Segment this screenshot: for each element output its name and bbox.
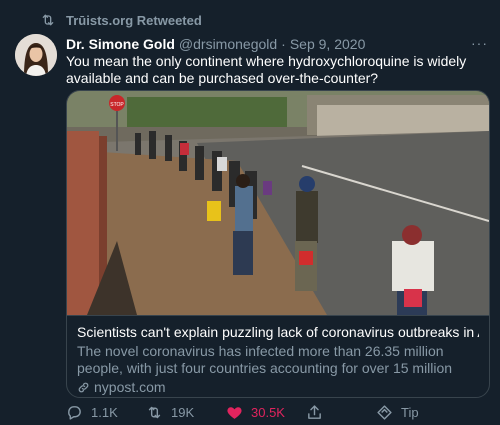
- reply-icon: [68, 405, 81, 420]
- card-description: The novel coronavirus has infected more …: [77, 343, 453, 376]
- card-image: STOP: [67, 91, 489, 315]
- tweet-date[interactable]: Sep 9, 2020: [290, 36, 366, 52]
- author-handle[interactable]: @drsimonegold: [179, 36, 277, 52]
- share-button[interactable]: [306, 404, 376, 421]
- retweet-icon: [42, 14, 54, 26]
- retweet-button[interactable]: 19K: [146, 404, 226, 421]
- separator-dot: ·: [281, 36, 286, 52]
- like-button[interactable]: 30.5K: [226, 404, 306, 421]
- card-domain: nypost.com: [94, 379, 166, 395]
- card-stop-sign-text: STOP: [110, 102, 124, 108]
- retweet-label: Trūists.org Retweeted: [66, 12, 202, 28]
- avatar[interactable]: [15, 34, 57, 76]
- card-body: Scientists can't explain puzzling lack o…: [67, 315, 489, 397]
- link-icon: [78, 382, 89, 393]
- retweet-icon: [148, 406, 161, 418]
- tip-icon: [377, 404, 392, 420]
- author-name[interactable]: Dr. Simone Gold: [66, 36, 175, 52]
- card-link[interactable]: nypost.com: [77, 379, 479, 396]
- retweet-count: 19K: [171, 404, 195, 420]
- reply-count: 1.1K: [91, 404, 118, 420]
- avatar-image: [15, 34, 57, 76]
- tip-button[interactable]: Tip: [376, 404, 419, 421]
- tweet-header: Dr. Simone Gold @drsimonegold · Sep 9, 2…: [66, 35, 490, 53]
- tweet-text: You mean the only continent where hydrox…: [66, 53, 467, 86]
- reply-button[interactable]: 1.1K: [66, 404, 146, 421]
- retweet-context[interactable]: Trūists.org Retweeted: [40, 11, 202, 29]
- more-options-icon[interactable]: ···: [471, 35, 488, 51]
- tweet-actions: 1.1K 19K 30.5K Tip: [66, 402, 446, 422]
- link-card[interactable]: STOP Scientists can't explain puzzling l…: [66, 90, 490, 398]
- heart-icon: [227, 406, 242, 419]
- tip-label: Tip: [401, 404, 419, 420]
- share-icon: [308, 404, 321, 419]
- like-count: 30.5K: [251, 404, 285, 420]
- card-title: Scientists can't explain puzzling lack o…: [77, 324, 479, 340]
